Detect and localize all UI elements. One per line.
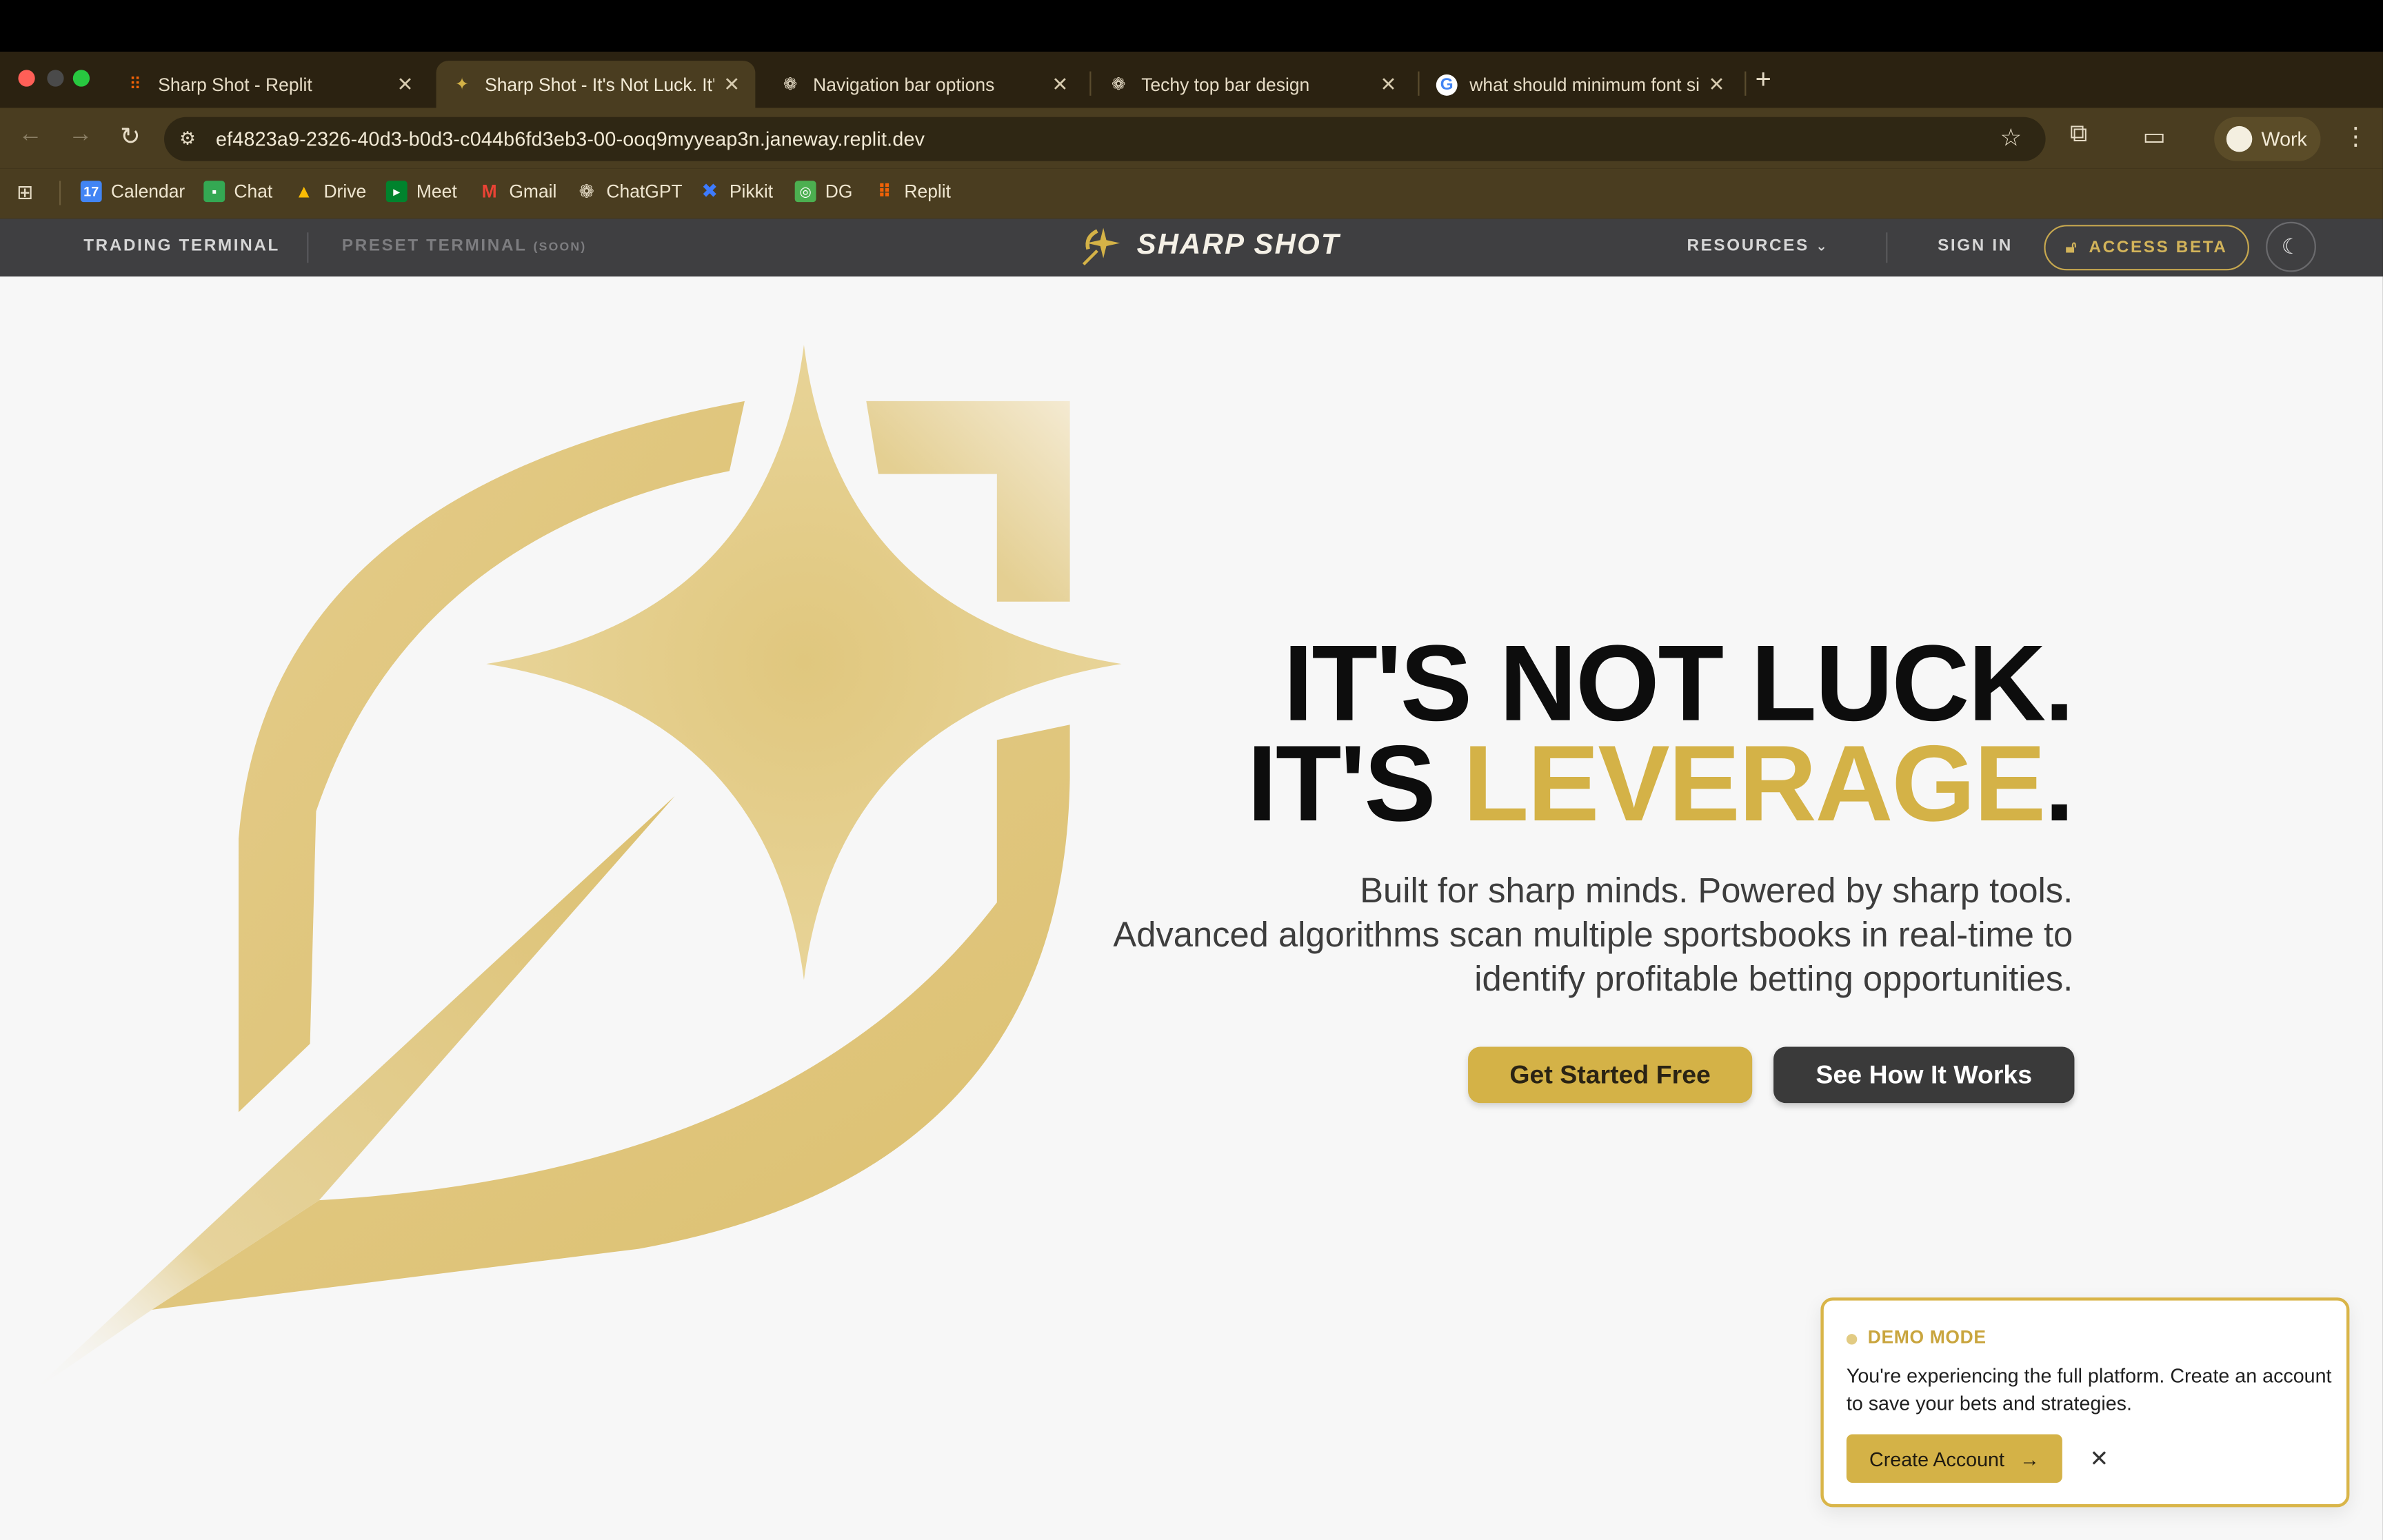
hero-subtext: Built for sharp minds. Powered by sharp … [1100, 869, 2073, 1002]
arrow-right-icon: → [2019, 1447, 2040, 1470]
gmail-icon: M [481, 181, 497, 203]
demo-mode-card: DEMO MODE You're experiencing the full p… [1820, 1297, 2350, 1508]
access-beta-label: ACCESS BETA [2089, 239, 2228, 257]
hero-subtext-line-2: Advanced algorithms scan multiple sports… [1113, 914, 2073, 999]
headline-line-2: IT'S LEVERAGE. [1247, 731, 2075, 838]
lock-icon: 🔓︎ [2065, 237, 2079, 256]
brand-name: SHARP SHOT [1136, 229, 1340, 262]
nav-preset-label: PRESET TERMINAL [341, 236, 527, 256]
nav-trading-terminal[interactable]: TRADING TERMINAL [83, 237, 280, 255]
sign-in-link[interactable]: SIGN IN [1938, 237, 2013, 255]
avatar [2226, 125, 2253, 152]
back-arrow-icon[interactable]: ← [18, 121, 42, 149]
forward-arrow-icon[interactable]: → [68, 121, 92, 149]
browser-tab-font-size[interactable]: G what should minimum font size ✕ [1421, 61, 1740, 108]
access-beta-button[interactable]: 🔓︎ ACCESS BETA [2044, 225, 2249, 271]
create-account-label: Create Account [1869, 1447, 2004, 1470]
close-tab-icon[interactable]: ✕ [1380, 72, 1396, 97]
brand-logo[interactable]: SHARP SHOT [1079, 225, 1340, 267]
close-icon[interactable]: ✕ [2090, 1445, 2109, 1472]
headline-line-1: IT'S NOT LUCK. [1283, 624, 2074, 744]
browser-menu-icon[interactable]: ⋮ [2344, 121, 2368, 152]
create-account-button[interactable]: Create Account → [1846, 1434, 2062, 1483]
apps-grid-icon[interactable]: ⊞ [17, 181, 33, 205]
demo-status-dot [1846, 1334, 1858, 1345]
resources-label: RESOURCES [1687, 236, 1809, 256]
bookmark-dg[interactable]: ◎ DG [794, 181, 852, 203]
bookmark-chatgpt[interactable]: ❁ ChatGPT [576, 181, 683, 203]
tab-separator [1744, 71, 1747, 96]
maximize-window-button[interactable] [72, 70, 90, 87]
google-icon: G [1436, 73, 1458, 95]
close-tab-icon[interactable]: ✕ [723, 72, 740, 97]
browser-tab-techy-top-bar[interactable]: ❁ Techy top bar design ✕ [1093, 61, 1412, 108]
minimize-window-button[interactable] [47, 70, 64, 87]
tab-search-icon[interactable]: ▭ [2143, 121, 2166, 152]
see-how-it-works-button[interactable]: See How It Works [1773, 1046, 2075, 1104]
headline-prefix: IT'S [1247, 725, 1463, 845]
bookmark-calendar[interactable]: 17 Calendar [80, 181, 185, 203]
browser-tab-sharp-shot-replit[interactable]: ⠿ Sharp Shot - Replit ✕ [110, 61, 429, 108]
chatgpt-icon: ❁ [1111, 76, 1126, 94]
chatgpt-icon: ❁ [783, 76, 798, 94]
replit-icon: ⠿ [877, 181, 892, 203]
tab-separator [1418, 71, 1420, 96]
soon-badge: (SOON) [533, 240, 587, 254]
bookmark-star-icon[interactable]: ☆ [2000, 123, 2022, 154]
nav-preset-terminal[interactable]: PRESET TERMINAL (SOON) [342, 237, 587, 255]
close-window-button[interactable] [18, 70, 35, 87]
site-settings-icon[interactable]: ⚙ [179, 128, 196, 149]
get-started-button[interactable]: Get Started Free [1468, 1046, 1753, 1104]
replit-icon: ⠿ [129, 76, 142, 94]
sharpshot-icon: ✦ [454, 76, 470, 94]
hero-headline: IT'S NOT LUCK. IT'S LEVERAGE. [1247, 624, 2075, 839]
browser-tab-navigation-bar-options[interactable]: ❁ Navigation bar options ✕ [765, 61, 1084, 108]
close-tab-icon[interactable]: ✕ [396, 72, 413, 97]
bookmark-replit[interactable]: ⠿ Replit [874, 181, 951, 202]
extensions-icon[interactable]: ⧉ [2070, 121, 2087, 149]
dg-icon: ◎ [794, 181, 816, 203]
nav-divider [1886, 232, 1888, 263]
close-tab-icon[interactable]: ✕ [1709, 72, 1725, 97]
calendar-icon: 17 [80, 181, 102, 203]
demo-body: You're experiencing the full platform. C… [1846, 1364, 2332, 1415]
headline-period: . [2044, 725, 2074, 845]
hero-logo-graphic [30, 345, 1122, 1394]
bookmark-drive[interactable]: ▲ Drive [293, 181, 367, 203]
drive-icon: ▲ [294, 181, 313, 203]
reload-icon[interactable]: ↻ [120, 121, 141, 152]
nav-divider [307, 232, 309, 263]
close-tab-icon[interactable]: ✕ [1052, 72, 1068, 97]
chat-icon: ▪ [203, 181, 225, 203]
pikkit-icon: ✖ [701, 179, 718, 203]
chevron-down-icon: ⌄ [1816, 239, 1829, 254]
screen-top-bar [0, 0, 2383, 52]
browser-tab-sharp-shot-active[interactable]: ✦ Sharp Shot - It's Not Luck. It's Lever… [436, 61, 756, 108]
meet-icon: ▸ [385, 181, 408, 203]
nav-resources-dropdown[interactable]: RESOURCES ⌄ [1687, 237, 1829, 255]
demo-title: DEMO MODE [1867, 1326, 1987, 1348]
tab-separator [1089, 71, 1092, 96]
bookmark-chat[interactable]: ▪ Chat [203, 181, 272, 203]
bookmark-gmail[interactable]: M Gmail [479, 181, 557, 203]
theme-toggle-moon-icon[interactable]: ☾ [2266, 221, 2316, 272]
bookmark-meet[interactable]: ▸ Meet [385, 181, 457, 203]
hero-subtext-line-1: Built for sharp minds. Powered by sharp … [1360, 870, 2073, 911]
headline-highlight: LEVERAGE [1462, 725, 2046, 845]
chatgpt-icon: ❁ [579, 181, 594, 203]
bookmark-pikkit[interactable]: ✖ Pikkit [699, 179, 773, 203]
bookmark-separator [59, 181, 61, 205]
sharpshot-logo-icon [1082, 227, 1120, 266]
url-text[interactable]: ef4823a9-2326-40d3-b0d3-c044b6fd3eb3-00-… [216, 128, 925, 150]
new-tab-icon[interactable]: + [1756, 64, 1771, 96]
profile-button[interactable]: Work [2214, 116, 2321, 161]
